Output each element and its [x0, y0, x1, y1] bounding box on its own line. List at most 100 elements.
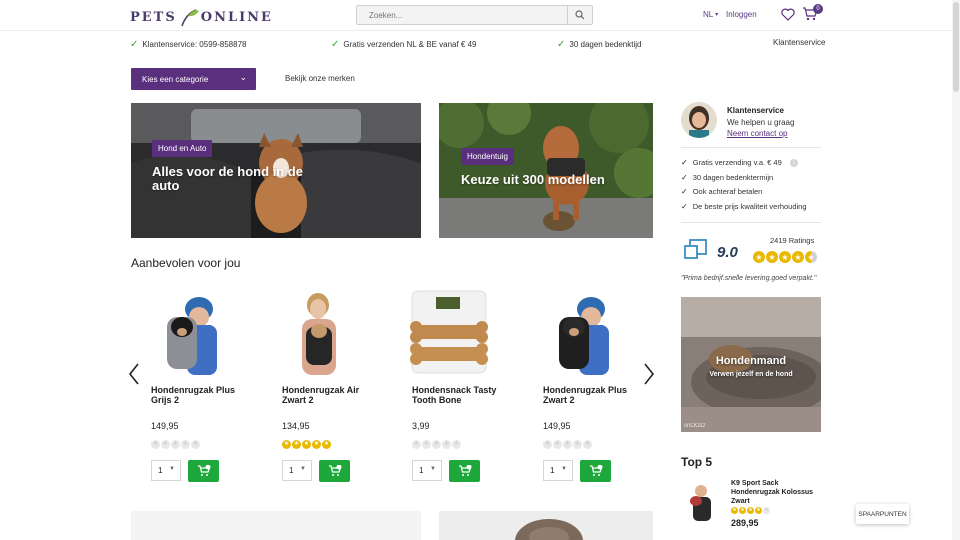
usp-item: ✓ 30 dagen bedenktijd	[557, 37, 641, 51]
benefit-label: 30 dagen bedenktermijn	[692, 173, 774, 182]
product-rating: ★ ★ ★ ★ ★	[412, 440, 461, 449]
chevron-down-icon: ▾	[715, 12, 719, 18]
top5-product-name[interactable]: K9 Sport Sack Hondenrugzak Kolossus Zwar…	[731, 479, 821, 506]
login-link[interactable]: Inloggen	[726, 10, 757, 19]
add-to-cart-button[interactable]	[319, 460, 350, 482]
product-image[interactable]	[139, 287, 231, 381]
quantity-select[interactable]: 1 ▼	[151, 460, 181, 481]
product-card: Hondenrugzak Plus Zwart 2 149,95 ★ ★ ★ ★…	[523, 287, 633, 487]
site-header: PETS ONLINE NL ▾ Inloggen 0	[0, 0, 960, 31]
product-name[interactable]: Hondenrugzak Air Zwart 2	[282, 385, 372, 405]
banner-harness[interactable]: Hondentuig Keuze uit 300 modellen	[439, 103, 653, 238]
search-button[interactable]	[567, 6, 592, 24]
product-card: Hondenrugzak Plus Grijs 2 149,95 ★ ★ ★ ★…	[131, 287, 241, 487]
add-to-cart-button[interactable]	[580, 460, 611, 482]
star-icon: ★	[412, 440, 421, 449]
search-icon	[575, 10, 585, 20]
language-selector[interactable]: NL ▾	[703, 10, 718, 19]
star-icon: ★	[312, 440, 321, 449]
banner-headline: Alles voor de hond in de auto	[152, 164, 303, 193]
carousel-next-button[interactable]	[643, 362, 655, 392]
star-icon: ★	[792, 251, 804, 263]
cart-plus-icon	[197, 465, 210, 476]
star-icon: ★	[442, 440, 451, 449]
product-name[interactable]: Hondenrugzak Plus Zwart 2	[543, 385, 633, 405]
customer-service-subtitle: We helpen u graag	[727, 118, 795, 127]
product-rating: ★ ★ ★ ★ ★	[543, 440, 592, 449]
check-icon: ✓	[681, 173, 688, 182]
product-price: 134,95	[282, 421, 310, 431]
product-image[interactable]	[270, 287, 362, 381]
quantity-select[interactable]: 1 ▼	[282, 460, 312, 481]
search-bar	[356, 5, 593, 25]
benefit-item: ✓ De beste prijs kwaliteit verhouding	[681, 202, 807, 211]
usp-label: Gratis verzenden NL & BE vanaf € 49	[343, 39, 477, 49]
quantity-select[interactable]: 1 ▼	[412, 460, 442, 481]
brands-link[interactable]: Bekijk onze merken	[285, 74, 355, 83]
product-card: Hondensnack Tasty Tooth Bone 3,99 ★ ★ ★ …	[392, 287, 502, 487]
check-icon: ✓	[681, 202, 688, 211]
top5-product-image[interactable]	[683, 483, 715, 523]
star-icon: ★	[422, 440, 431, 449]
quantity-value: 1	[158, 466, 163, 475]
star-icon: ★	[747, 507, 754, 514]
star-icon: ★	[322, 440, 331, 449]
product-image[interactable]	[531, 287, 623, 381]
wishlist-button[interactable]	[781, 8, 795, 24]
customer-service-link[interactable]: Klantenservice	[773, 38, 825, 47]
chevron-down-icon: ▼	[169, 466, 175, 472]
cart-count-badge: 0	[813, 4, 823, 14]
customer-service-title: Klantenservice	[727, 106, 784, 115]
benefit-label: Ook achteraf betalen	[692, 187, 763, 196]
promo-title: Hondenmand	[715, 355, 787, 367]
star-icon: ★	[292, 440, 301, 449]
product-name[interactable]: Hondensnack Tasty Tooth Bone	[412, 385, 502, 405]
chevron-down-icon: ⌄	[239, 72, 247, 82]
usp-item: ✓ Gratis verzenden NL & BE vanaf € 49	[331, 37, 477, 51]
chevron-down-icon: ▼	[561, 466, 567, 472]
star-icon: ★	[302, 440, 311, 449]
category-dropdown-button[interactable]: Kies een categorie ⌄	[131, 68, 256, 90]
rating-count[interactable]: 2419 Ratings	[770, 236, 814, 245]
bottom-banner-right[interactable]	[439, 511, 653, 540]
star-icon: ★	[282, 440, 291, 449]
review-logo-icon	[683, 238, 709, 265]
benefit-item: ✓ 30 dagen bedenktermijn	[681, 173, 773, 182]
usp-item: ✓ Klantenservice: 0599-858878	[130, 37, 246, 51]
product-price: 3,99	[412, 421, 430, 431]
info-icon[interactable]: i	[789, 158, 798, 167]
top5-product-price: 289,95	[731, 518, 759, 528]
product-name[interactable]: Hondenrugzak Plus Grijs 2	[151, 385, 241, 405]
page-scrollbar[interactable]	[952, 0, 960, 540]
quantity-value: 1	[289, 466, 294, 475]
scrollbar-thumb[interactable]	[953, 2, 959, 92]
star-icon: ★	[573, 440, 582, 449]
language-label: NL	[703, 10, 714, 19]
banner-dog-car[interactable]: Hond en Auto Alles voor de hond in de au…	[131, 103, 421, 238]
category-button-label: Kies een categorie	[142, 74, 209, 84]
check-icon: ✓	[681, 158, 688, 167]
usp-label: Klantenservice: 0599-858878	[142, 39, 247, 49]
logo[interactable]: PETS ONLINE	[130, 6, 273, 28]
star-icon: ★	[543, 440, 552, 449]
divider	[681, 147, 821, 148]
search-input[interactable]	[357, 6, 568, 24]
promo-subtitle: Verwen jezelf en de hond	[709, 371, 793, 378]
add-to-cart-button[interactable]	[188, 460, 219, 482]
star-icon: ★	[739, 507, 746, 514]
chevron-right-icon	[644, 363, 655, 385]
add-to-cart-button[interactable]	[449, 460, 480, 482]
product-image[interactable]	[400, 287, 492, 381]
star-icon: ★	[753, 251, 765, 263]
benefit-item: ✓ Ook achteraf betalen	[681, 187, 762, 196]
spaarpunten-button[interactable]: SPAARPUNTEN	[856, 504, 909, 524]
avatar	[681, 102, 717, 138]
star-icon: ★	[779, 251, 791, 263]
contact-link[interactable]: Neem contact op	[727, 129, 787, 138]
top5-product-rating: ★ ★ ★ ★ ★	[731, 507, 770, 514]
promo-banner-dog-bed[interactable]: Hondenmand Verwen jezelf en de hond snOO…	[681, 297, 821, 432]
benefit-label: Gratis verzending v.a. € 49	[692, 158, 782, 167]
star-icon: ★	[563, 440, 572, 449]
quantity-select[interactable]: 1 ▼	[543, 460, 573, 481]
bottom-banner-left[interactable]	[131, 511, 421, 540]
